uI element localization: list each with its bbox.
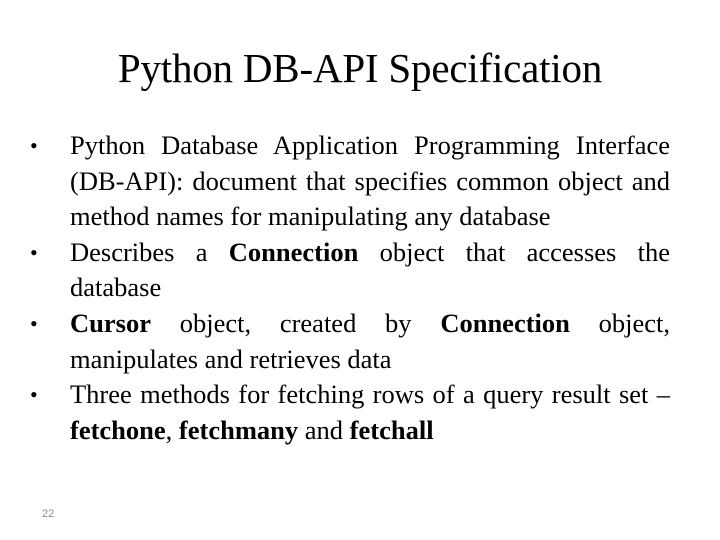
bullet-icon: • [30, 310, 38, 336]
page-number: 22 [42, 508, 55, 520]
bold-term: fetchall [349, 414, 434, 445]
bold-term: Connection [440, 307, 570, 338]
text-segment: object, created by [150, 307, 441, 338]
bold-term: Cursor [70, 307, 151, 338]
bullet-item: • Cursor object, created by Connection o… [30, 306, 670, 377]
bullet-item: • Three methods for fetching rows of a q… [30, 377, 670, 448]
bullet-list: • Python Database Application Programmin… [30, 128, 670, 448]
bullet-icon: • [30, 382, 38, 408]
bold-term: fetchone [70, 414, 166, 445]
text-segment: Python Database Application Programming … [70, 130, 670, 232]
bold-term: Connection [228, 236, 359, 267]
text-segment: and [298, 414, 350, 445]
bullet-icon: • [30, 133, 38, 158]
bold-term: fetchmany [178, 414, 299, 445]
bullet-text: Cursor object, created by Connection obj… [70, 308, 670, 374]
bullet-text: Three methods for fetching rows of a que… [70, 379, 670, 445]
slide-title: Python DB-API Specification [117, 45, 603, 91]
text-segment: Describes a [70, 236, 229, 267]
bullet-text: Describes a Connection object that acces… [70, 237, 670, 303]
bullet-icon: • [30, 239, 38, 265]
bullet-text: Python Database Application Programming … [70, 130, 670, 231]
bullet-item: • Python Database Application Programmin… [30, 128, 670, 235]
text-segment: , [165, 414, 179, 445]
bullet-item: • Describes a Connection object that acc… [30, 235, 670, 306]
text-segment: Three methods for fetching rows of a que… [70, 379, 670, 410]
